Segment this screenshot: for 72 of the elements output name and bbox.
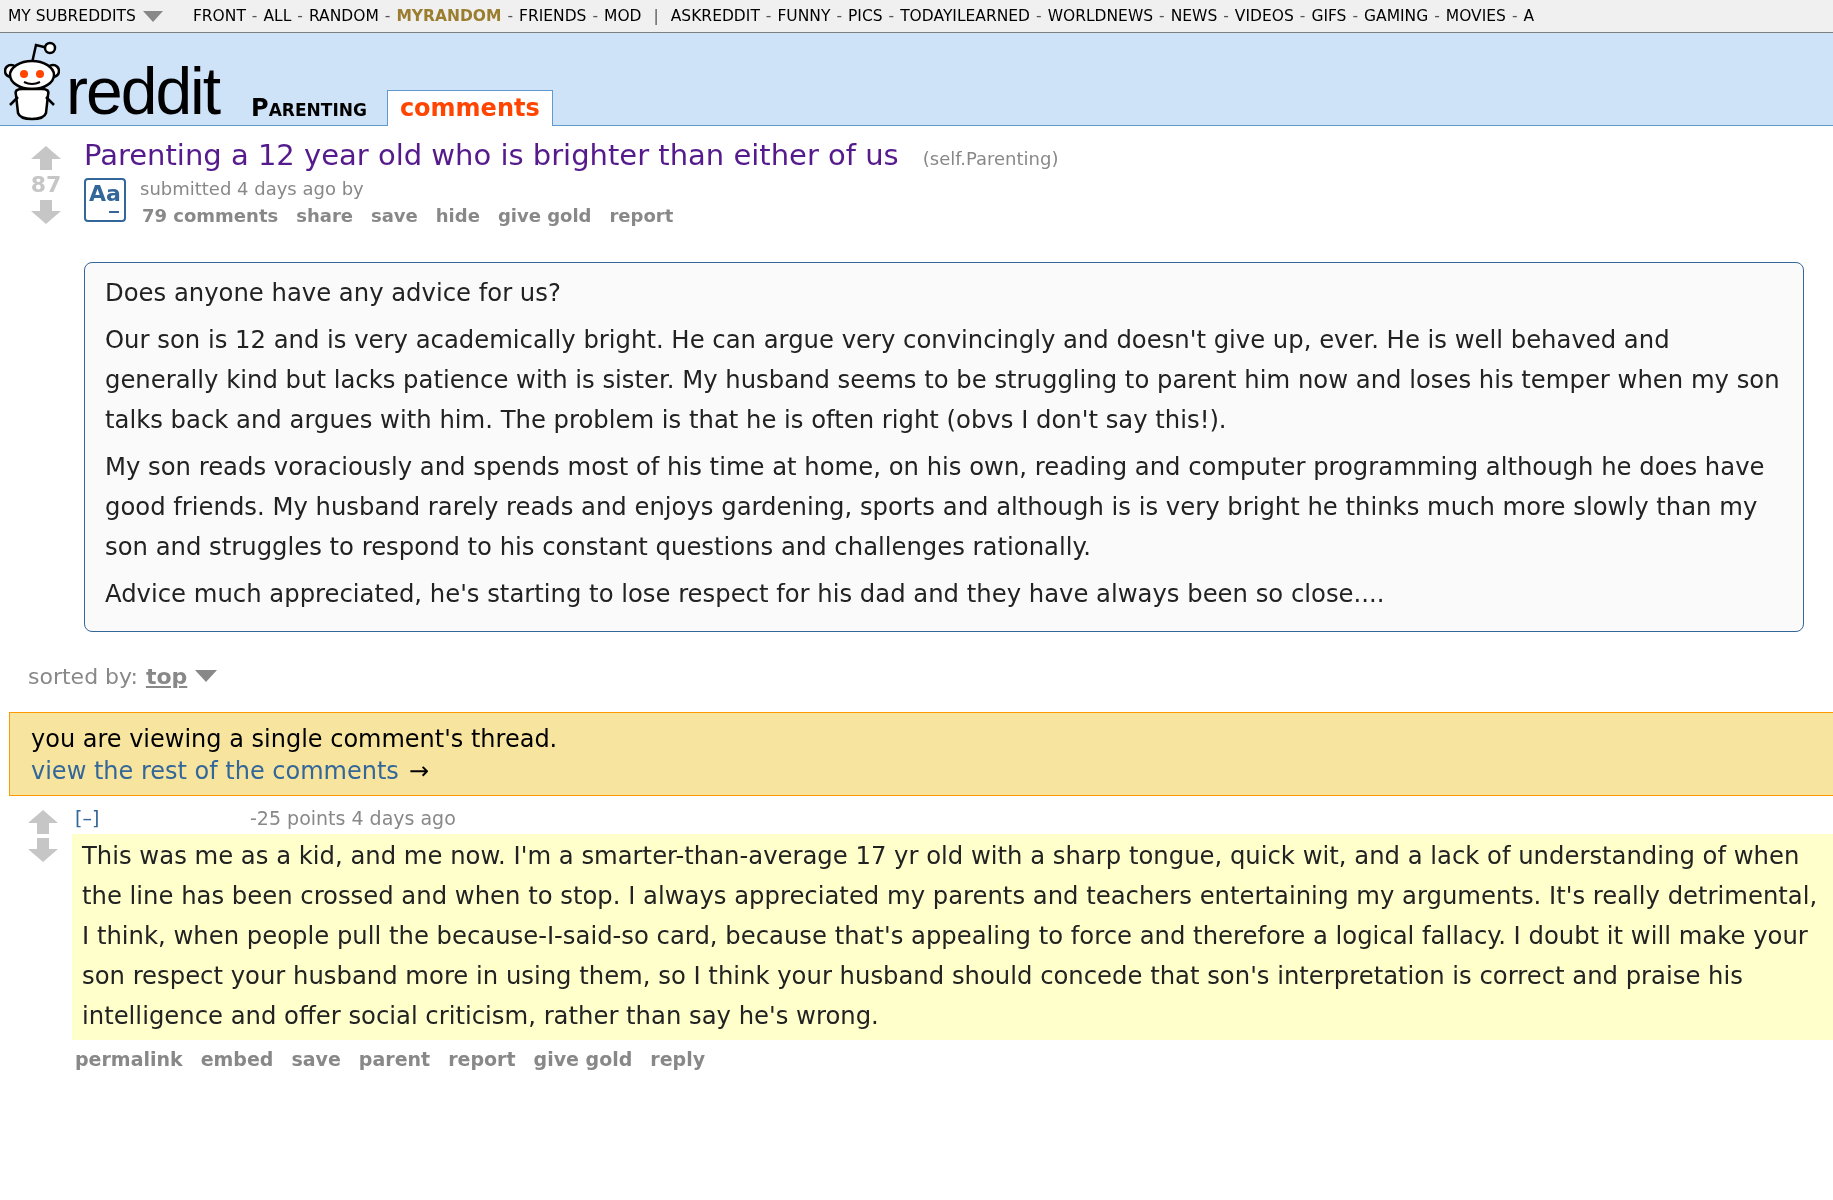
upvote-icon[interactable]	[28, 810, 60, 834]
separator: -	[297, 7, 303, 25]
post-paragraph: My son reads voraciously and spends most of his time at home, on his own, reading and computer programming although he does have good friends. My husband rarely reads and enjoys gardening, sports and although is is very bright he thinks much more slowly than my son and struggles to respond to his constant questions and challenges rationally.	[105, 451, 1766, 563]
subreddit-link[interactable]: NEWS	[1170, 7, 1218, 25]
collapse-toggle[interactable]: [–]	[75, 806, 250, 830]
separator: -	[1223, 7, 1229, 25]
separator: -	[1036, 7, 1042, 25]
post-action-link[interactable]: share	[296, 205, 353, 226]
subreddit-link[interactable]: FRIENDS	[519, 7, 587, 25]
subreddit-link[interactable]: VIDEOS	[1234, 7, 1294, 25]
separator: -	[888, 7, 895, 25]
subreddit-link[interactable]: PICS	[847, 7, 883, 25]
post-action-link[interactable]: save	[371, 205, 418, 226]
post-action-link[interactable]: hide	[435, 205, 480, 226]
separator: -	[1159, 7, 1165, 25]
comment-meta: -25 points 4 days ago	[250, 806, 456, 830]
post-title[interactable]: Parenting a 12 year old who is brighter than either of us	[84, 138, 899, 172]
subreddit-link[interactable]: A	[1523, 7, 1535, 25]
post-action-link[interactable]: report	[609, 205, 674, 226]
comment-action-link[interactable]: reply	[650, 1048, 706, 1070]
post-action-link[interactable]: 79 comments	[142, 205, 279, 226]
caret-icon	[195, 670, 218, 682]
separator: -	[1511, 7, 1518, 25]
thread-notice: you are viewing a single comment's thread.	[31, 724, 559, 755]
sort-label: sorted by:	[28, 663, 138, 689]
logo-wordmark[interactable]: reddit	[66, 61, 220, 121]
subreddits-dropdown[interactable]: MY SUBREDDITS	[8, 7, 163, 25]
subreddit-link[interactable]: GIFS	[1311, 7, 1347, 25]
post-score: 87	[30, 172, 62, 198]
separator: -	[836, 7, 842, 25]
subreddit-link[interactable]: ALL	[263, 7, 292, 25]
post-paragraph: Does anyone have any advice for us?	[105, 277, 562, 309]
comment-action-link[interactable]: give gold	[533, 1048, 633, 1070]
subreddit-link[interactable]: FRONT	[192, 7, 246, 25]
separator: -	[1299, 7, 1306, 25]
upvote-icon[interactable]	[31, 146, 61, 170]
post-paragraph: Advice much appreciated, he's starting to lose respect for his dad and they have always been so close....	[105, 578, 1386, 610]
separator: |	[653, 7, 659, 25]
post-tagline: submitted 4 days ago by	[140, 178, 365, 199]
post-domain[interactable]: (self.Parenting)	[922, 148, 1059, 169]
comment-action-link[interactable]: permalink	[75, 1048, 183, 1070]
comment-action-link[interactable]: parent	[358, 1048, 431, 1070]
separator: -	[765, 7, 772, 25]
post-paragraph: Our son is 12 and is very academically bright. He can argue very convincingly and doesn't give up, ever. He is well behaved and generally kind but lacks patience with is sister. My husband seems to be struggling to parent him now and loses his temper when my son talks back and argues with him. The problem is that he is often right (obvs I don't say this!).	[105, 324, 1781, 436]
separator: -	[592, 7, 598, 25]
comment-action-link[interactable]: save	[291, 1048, 341, 1070]
subreddit-link[interactable]: RANDOM	[308, 7, 379, 25]
separator: -	[507, 7, 513, 25]
comment-action-link[interactable]: report	[448, 1048, 516, 1070]
view-rest-link[interactable]: view the rest of the comments	[31, 755, 399, 787]
separator: -	[384, 7, 391, 25]
comment-action-link[interactable]: embed	[200, 1048, 274, 1070]
subreddit-link[interactable]: ASKREDDIT	[670, 7, 760, 25]
subreddit-link[interactable]: GAMING	[1364, 7, 1429, 25]
mascot-icon[interactable]	[4, 39, 60, 121]
post-action-link[interactable]: give gold	[497, 205, 592, 226]
downvote-icon[interactable]	[28, 838, 60, 862]
right-arrow-icon: →	[408, 755, 429, 787]
subreddit-link[interactable]: FUNNY	[777, 7, 831, 25]
downvote-icon[interactable]	[31, 200, 61, 224]
separator: -	[1352, 7, 1359, 25]
caret-icon	[142, 10, 163, 22]
subreddit-link[interactable]: MOD	[604, 7, 642, 25]
sort-dropdown[interactable]: top	[145, 663, 188, 689]
separator: -	[251, 7, 258, 25]
separator: -	[1434, 7, 1440, 25]
subreddit-link[interactable]: MOVIES	[1445, 7, 1506, 25]
subreddit-link[interactable]: WORLDNEWS	[1047, 7, 1154, 25]
self-post-thumbnail[interactable]: Aa	[84, 178, 126, 222]
comment-body: This was me as a kid, and me now. I'm a smarter-than-average 17 yr old with a sharp tongue, quick wit, and a lack of understanding of when the line has been crossed and when to stop. I always appreciated my parents and teachers entertaining my arguments. It's really detrimental, I think, when people pull the because-I-said-so card, because that's appealing to force and therefore a logical fallacy. I doubt it will make your son respect your husband more in using them, so I think your husband should concede that son's interpretation is correct and praise his intelligence and offer social criticism, rather than say he's wrong.	[72, 834, 1833, 1040]
subreddit-link[interactable]: TODAYILEARNED	[900, 7, 1031, 25]
subreddit-name[interactable]: Parenting	[251, 93, 367, 125]
